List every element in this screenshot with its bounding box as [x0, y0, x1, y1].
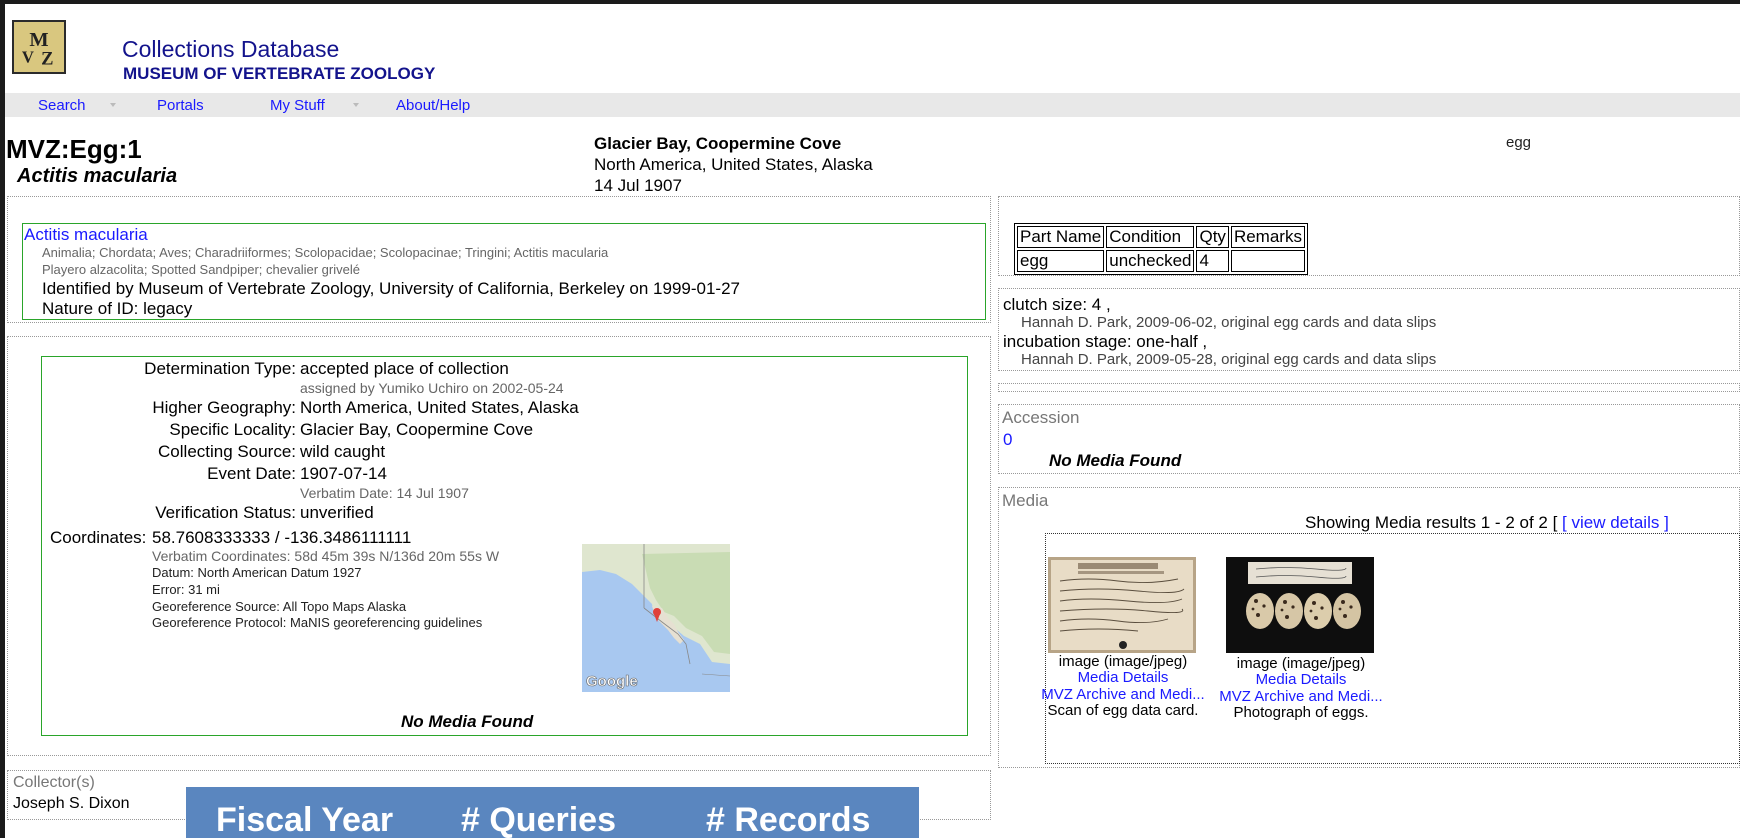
- verbatim-date: Verbatim Date: 14 Jul 1907: [300, 485, 469, 501]
- collectors-title: Collector(s): [13, 774, 95, 791]
- banner-queries: # Queries: [461, 801, 616, 839]
- media-details-link-2[interactable]: Media Details: [1256, 671, 1347, 688]
- clutch-size: clutch size: 4 ,: [1003, 295, 1111, 314]
- datum: Datum: North American Datum 1927: [152, 565, 362, 580]
- record-taxon: Actitis macularia: [17, 165, 178, 187]
- cell-part-name: egg: [1017, 250, 1105, 272]
- collecting-source-label: Collecting Source:: [158, 442, 296, 461]
- col-remarks: Remarks: [1230, 226, 1305, 248]
- media-showing: Showing Media results 1 - 2 of 2 [: [1305, 513, 1558, 532]
- collecting-source-value: wild caught: [300, 442, 386, 461]
- view-details-link[interactable]: [ view details ]: [1562, 513, 1669, 532]
- verbatim-coordinates: Verbatim Coordinates: 58d 45m 39s N/136d…: [152, 548, 500, 564]
- col-qty: Qty: [1196, 226, 1229, 248]
- common-names: Playero alzacolita; Spotted Sandpiper; c…: [42, 262, 360, 277]
- chevron-down-icon[interactable]: [353, 103, 359, 107]
- media-caption-1: Scan of egg data card.: [1047, 702, 1199, 719]
- taxon-classification: Animalia; Chordata; Aves; Charadriiforme…: [42, 245, 609, 260]
- archive-link-1[interactable]: MVZ Archive and Medi...: [1041, 686, 1204, 703]
- main-nav: Search Portals My Stuff About/Help: [5, 93, 1740, 117]
- parts-summary: egg: [1506, 134, 1532, 151]
- locality-title: Glacier Bay, Coopermine Cove: [594, 134, 842, 153]
- determination-type-label: Determination Type:: [144, 359, 296, 378]
- assigned-by: assigned by Yumiko Uchiro on 2002-05-24: [300, 380, 564, 396]
- locality-no-media: No Media Found: [401, 712, 534, 731]
- higher-geography-value: North America, United States, Alaska: [300, 398, 579, 417]
- app-title: Collections Database: [122, 36, 340, 62]
- identified-by: Identified by Museum of Vertebrate Zoolo…: [42, 279, 740, 298]
- parts-table: Part Name Condition Qty Remarks egg unch…: [1014, 223, 1308, 275]
- verification-status-label: Verification Status:: [155, 503, 296, 522]
- banner-fiscal-year: Fiscal Year: [216, 801, 394, 839]
- collector-name: Joseph S. Dixon: [13, 795, 130, 812]
- accession-title: Accession: [1002, 408, 1080, 427]
- nature-of-id: Nature of ID: legacy: [42, 299, 193, 318]
- determination-type: accepted place of collection: [300, 359, 509, 378]
- empty-section: [998, 383, 1740, 392]
- col-part-name: Part Name: [1017, 226, 1105, 248]
- table-row: egg unchecked 4: [1017, 250, 1305, 272]
- mvz-logo[interactable]: M V Z: [12, 20, 66, 74]
- georeference-source: Georeference Source: All Topo Maps Alask…: [152, 599, 407, 614]
- higher-geography-label: Higher Geography:: [152, 398, 296, 417]
- archive-link-2[interactable]: MVZ Archive and Medi...: [1219, 688, 1382, 705]
- map-brand: Google: [586, 673, 638, 690]
- media-details-link-1[interactable]: Media Details: [1078, 669, 1169, 686]
- collection-date: 14 Jul 1907: [594, 176, 682, 195]
- incubation-stage-determiner: Hannah D. Park, 2009-05-28, original egg…: [1021, 351, 1437, 368]
- media-thumbnail-eggs[interactable]: [1226, 557, 1374, 653]
- accession-link[interactable]: 0: [1003, 430, 1012, 449]
- verification-status-value: unverified: [300, 503, 374, 522]
- nav-portals[interactable]: Portals: [157, 97, 204, 114]
- record-id: MVZ:Egg:1: [6, 134, 142, 164]
- cell-condition: unchecked: [1106, 250, 1195, 272]
- coordinates-label: Coordinates:: [50, 528, 147, 547]
- media-caption-2: Photograph of eggs.: [1233, 704, 1369, 721]
- chevron-down-icon[interactable]: [110, 103, 116, 107]
- media-thumbnail-data-card[interactable]: [1048, 557, 1196, 653]
- coordinates-value: 58.7608333333 / -136.3486111111: [152, 528, 412, 547]
- banner-records: # Records: [706, 801, 871, 839]
- specific-locality-label: Specific Locality:: [169, 420, 296, 439]
- parts-table-header: Part Name Condition Qty Remarks: [1017, 226, 1305, 248]
- nav-my-stuff[interactable]: My Stuff: [270, 97, 325, 114]
- col-condition: Condition: [1106, 226, 1195, 248]
- nav-search[interactable]: Search: [38, 97, 86, 114]
- higher-geography: North America, United States, Alaska: [594, 155, 873, 174]
- error-radius: Error: 31 mi: [152, 582, 220, 597]
- cell-remarks: [1230, 250, 1305, 272]
- event-date-label: Event Date:: [207, 464, 296, 483]
- clutch-size-determiner: Hannah D. Park, 2009-06-02, original egg…: [1021, 314, 1437, 331]
- stats-banner: Fiscal Year # Queries # Records: [186, 787, 919, 839]
- media-title: Media: [1002, 491, 1049, 510]
- media-results-summary: Showing Media results 1 - 2 of 2 [ [ vie…: [1305, 513, 1669, 533]
- accession-no-media: No Media Found: [1049, 451, 1182, 470]
- media-type-1: image (image/jpeg): [1058, 653, 1188, 670]
- cell-qty: 4: [1196, 250, 1229, 272]
- event-date-value: 1907-07-14: [300, 464, 387, 483]
- svg-text:V: V: [22, 48, 34, 67]
- incubation-stage: incubation stage: one-half ,: [1003, 332, 1208, 351]
- locality-map[interactable]: Google: [582, 544, 730, 692]
- media-type-2: image (image/jpeg): [1236, 655, 1366, 672]
- nav-about-help[interactable]: About/Help: [396, 97, 470, 114]
- georeference-protocol: Georeference Protocol: MaNIS georeferenc…: [152, 615, 483, 630]
- museum-name: MUSEUM OF VERTEBRATE ZOOLOGY: [123, 64, 436, 83]
- taxon-link[interactable]: Actitis macularia: [24, 225, 148, 244]
- specific-locality-value: Glacier Bay, Coopermine Cove: [300, 420, 534, 439]
- svg-text:Z: Z: [41, 50, 53, 70]
